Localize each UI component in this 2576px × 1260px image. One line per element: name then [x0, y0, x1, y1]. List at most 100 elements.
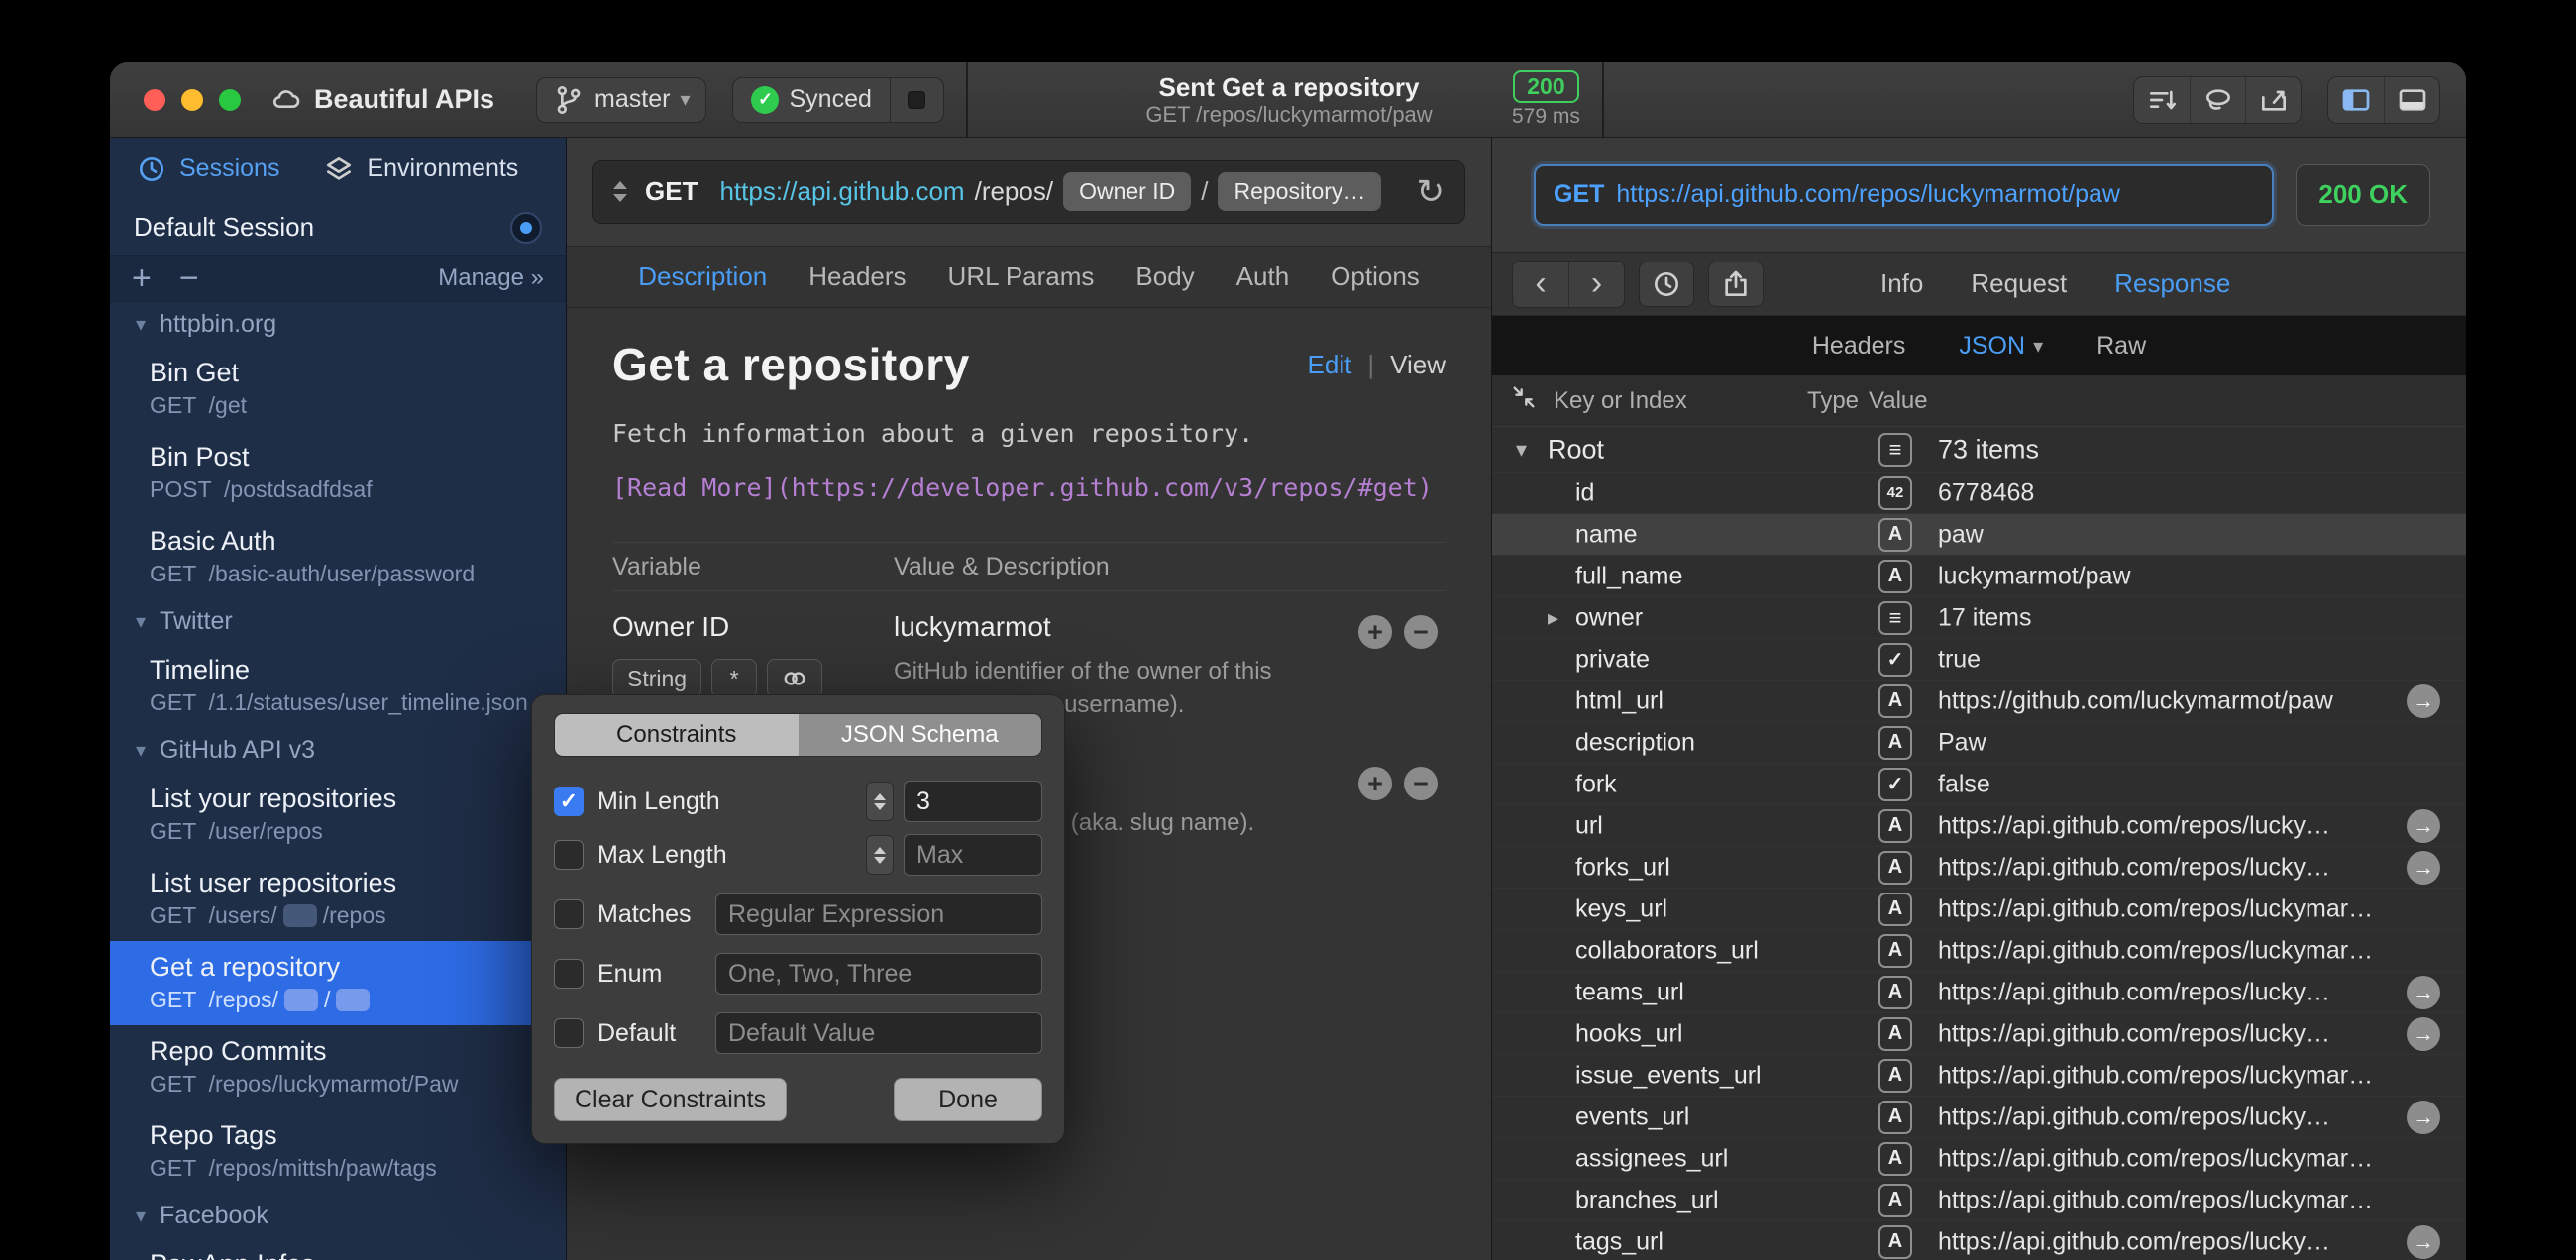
open-link-icon[interactable]: → [2407, 684, 2440, 718]
toggle-bottom-panel-button[interactable] [2384, 77, 2439, 123]
request-list-item[interactable]: PawApp Infos [110, 1238, 566, 1260]
tab-body[interactable]: Body [1135, 262, 1194, 292]
disclosure-triangle[interactable]: ▸ [1548, 605, 1558, 631]
json-tree-row[interactable]: html_urlAhttps://github.com/luckymarmot/… [1492, 681, 2466, 722]
matches-checkbox[interactable] [554, 899, 584, 929]
add-variable-button[interactable]: + [1358, 615, 1392, 649]
tab-environments[interactable]: Environments [323, 154, 518, 185]
json-tree-row[interactable]: full_nameAluckymarmot/paw [1492, 556, 2466, 597]
tab-url-params[interactable]: URL Params [948, 262, 1095, 292]
request-list-item[interactable]: Bin PostPOST /postdsadfdsaf [110, 431, 566, 515]
response-url[interactable]: GET https://api.github.com/repos/luckyma… [1534, 164, 2274, 226]
history-button[interactable] [1639, 262, 1694, 307]
json-tree-row[interactable]: tags_urlAhttps://api.github.com/repos/lu… [1492, 1221, 2466, 1260]
edit-link[interactable]: Edit [1308, 350, 1352, 380]
tab-sessions[interactable]: Sessions [136, 154, 279, 185]
constraints-chip[interactable] [767, 659, 822, 698]
max-length-input[interactable] [904, 834, 1042, 876]
json-tree-row[interactable]: assignees_urlAhttps://api.github.com/rep… [1492, 1138, 2466, 1180]
remove-variable-button[interactable]: − [1404, 767, 1438, 800]
tab-request[interactable]: Request [1971, 268, 2067, 299]
subtab-raw[interactable]: Raw [2096, 332, 2146, 361]
min-length-checkbox[interactable]: ✓ [554, 787, 584, 816]
json-tree-row[interactable]: teams_urlAhttps://api.github.com/repos/l… [1492, 972, 2466, 1013]
sidebar-group-header[interactable]: ▾Facebook [110, 1194, 566, 1238]
json-tree-row[interactable]: descriptionAPaw [1492, 722, 2466, 764]
request-list-item[interactable]: List user repositoriesGET /users//repos [110, 857, 566, 941]
add-variable-button[interactable]: + [1358, 767, 1392, 800]
json-tree-row[interactable]: forks_urlAhttps://api.github.com/repos/l… [1492, 847, 2466, 889]
default-checkbox[interactable] [554, 1018, 584, 1048]
open-link-icon[interactable]: → [2407, 1101, 2440, 1134]
method-switcher-icon[interactable] [613, 181, 627, 202]
request-list-item[interactable]: TimelineGET /1.1/statuses/user_timeline.… [110, 644, 566, 728]
subtab-json[interactable]: JSON ▾ [1959, 332, 2043, 361]
forward-button[interactable]: › [1568, 262, 1624, 307]
min-length-stepper[interactable] [866, 782, 894, 821]
collapse-all-button[interactable] [1510, 383, 1538, 418]
required-chip[interactable]: * [711, 659, 757, 698]
open-link-icon[interactable]: → [2407, 1017, 2440, 1051]
open-link-icon[interactable]: → [2407, 851, 2440, 885]
json-tree-row[interactable]: nameApaw [1492, 514, 2466, 556]
request-list-item[interactable]: List your repositoriesGET /user/repos [110, 773, 566, 857]
sidebar-group-header[interactable]: ▾GitHub API v3 [110, 728, 566, 773]
default-input[interactable] [715, 1012, 1042, 1054]
max-length-stepper[interactable] [866, 835, 894, 875]
export-chart-button[interactable] [2245, 77, 2301, 123]
remove-variable-button[interactable]: − [1404, 615, 1438, 649]
add-request-button[interactable]: + [132, 262, 152, 295]
json-tree-row[interactable]: fork✓false [1492, 764, 2466, 805]
sidebar-group-header[interactable]: ▾httpbin.org [110, 302, 566, 347]
segment-json-schema[interactable]: JSON Schema [799, 714, 1042, 756]
enum-input[interactable] [715, 953, 1042, 995]
tab-headers[interactable]: Headers [808, 262, 906, 292]
max-length-checkbox[interactable] [554, 840, 584, 870]
request-url-bar[interactable]: GET https://api.github.com /repos/ Owner… [592, 160, 1465, 224]
open-link-icon[interactable]: → [2407, 1225, 2440, 1259]
view-link[interactable]: View [1390, 350, 1446, 380]
matches-input[interactable] [715, 893, 1042, 935]
done-button[interactable]: Done [894, 1078, 1042, 1121]
request-list-item[interactable]: Get a repositoryGET /repos// [110, 941, 566, 1025]
tab-auth[interactable]: Auth [1236, 262, 1290, 292]
clear-constraints-button[interactable]: Clear Constraints [554, 1078, 787, 1121]
min-length-input[interactable] [904, 781, 1042, 822]
subtab-headers[interactable]: Headers [1812, 332, 1906, 361]
lasso-button[interactable] [2190, 77, 2245, 123]
minimize-window-button[interactable] [181, 89, 203, 111]
tab-info[interactable]: Info [1880, 268, 1923, 299]
tab-response[interactable]: Response [2114, 268, 2230, 299]
json-tree-row[interactable]: collaborators_urlAhttps://api.github.com… [1492, 930, 2466, 972]
sync-status-button[interactable]: ✓ Synced [733, 78, 889, 122]
url-variable-repository[interactable]: Repository… [1218, 172, 1381, 211]
zoom-window-button[interactable] [219, 89, 241, 111]
request-list-item[interactable]: Bin GetGET /get [110, 347, 566, 431]
session-stop-button[interactable] [890, 78, 943, 122]
session-indicator-button[interactable] [510, 212, 542, 244]
enum-checkbox[interactable] [554, 959, 584, 989]
branch-selector[interactable]: master ▾ [536, 77, 706, 123]
sidebar-group-header[interactable]: ▾Twitter [110, 599, 566, 644]
url-variable-owner[interactable]: Owner ID [1063, 172, 1191, 211]
disclosure-triangle[interactable]: ▾ [1516, 437, 1527, 463]
open-link-icon[interactable]: → [2407, 809, 2440, 843]
segment-constraints[interactable]: Constraints [555, 714, 799, 756]
json-tree-row[interactable]: events_urlAhttps://api.github.com/repos/… [1492, 1097, 2466, 1138]
json-tree-row[interactable]: ▸owner≡17 items [1492, 597, 2466, 639]
share-button[interactable] [1708, 262, 1764, 307]
json-tree-row[interactable]: hooks_urlAhttps://api.github.com/repos/l… [1492, 1013, 2466, 1055]
json-tree-row[interactable]: ▾Root≡73 items [1492, 427, 2466, 472]
type-string-chip[interactable]: String [612, 659, 701, 698]
json-tree-row[interactable]: keys_urlAhttps://api.github.com/repos/lu… [1492, 889, 2466, 930]
close-window-button[interactable] [144, 89, 165, 111]
back-button[interactable]: ‹ [1513, 262, 1568, 307]
variable-value[interactable]: luckymarmot [894, 611, 1317, 643]
json-tree-row[interactable]: id426778468 [1492, 472, 2466, 514]
doc-read-more-link[interactable]: [Read More](https://developer.github.com… [612, 473, 1446, 502]
json-tree-row[interactable]: private✓true [1492, 639, 2466, 681]
json-tree-row[interactable]: issue_events_urlAhttps://api.github.com/… [1492, 1055, 2466, 1097]
open-link-icon[interactable]: → [2407, 976, 2440, 1009]
toggle-left-panel-button[interactable] [2328, 77, 2384, 123]
tab-description[interactable]: Description [638, 262, 767, 292]
